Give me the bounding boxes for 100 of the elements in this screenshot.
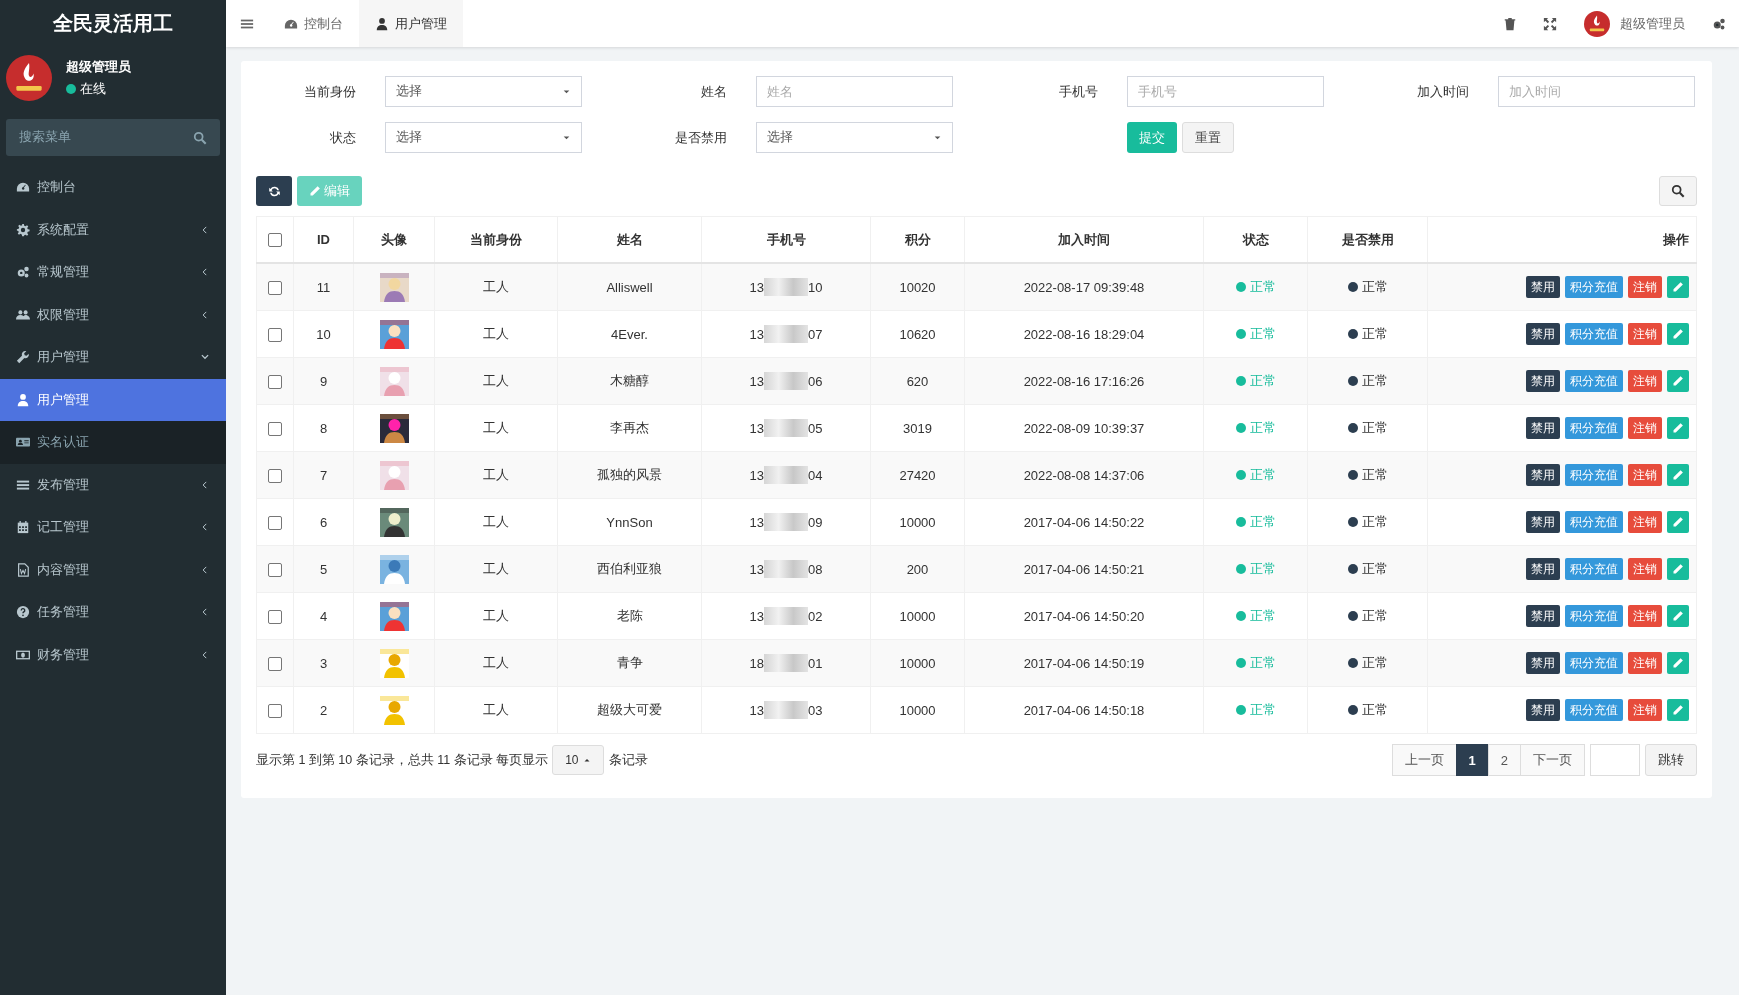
cancel-button[interactable]: 注销 xyxy=(1628,464,1662,486)
previous-page-button[interactable]: 上一页 xyxy=(1391,744,1457,776)
page-size-select[interactable]: 10 xyxy=(552,745,604,775)
sidebar-item[interactable]: 权限管理 xyxy=(0,293,226,336)
cancel-button[interactable]: 注销 xyxy=(1628,558,1662,580)
edit-button[interactable] xyxy=(1667,699,1689,721)
blurred-digits xyxy=(764,325,808,343)
edit-button[interactable] xyxy=(1667,276,1689,298)
edit-button[interactable] xyxy=(1667,464,1689,486)
edit-button[interactable] xyxy=(1667,605,1689,627)
cancel-button[interactable]: 注销 xyxy=(1628,323,1662,345)
cancel-button[interactable]: 注销 xyxy=(1628,652,1662,674)
sidebar-subitem[interactable]: 用户管理 xyxy=(0,378,226,421)
cancel-button[interactable]: 注销 xyxy=(1628,276,1662,298)
refresh-button[interactable] xyxy=(256,176,292,206)
row-checkbox[interactable] xyxy=(268,280,282,295)
cancel-button[interactable]: 注销 xyxy=(1628,417,1662,439)
page-button[interactable]: 1 xyxy=(1455,744,1489,776)
page-number-field[interactable] xyxy=(1590,744,1640,776)
edit-button[interactable] xyxy=(1667,417,1689,439)
reset-button[interactable]: 重置 xyxy=(1182,122,1234,153)
user-name: 超级管理员 xyxy=(66,58,131,76)
ban-button[interactable]: 禁用 xyxy=(1526,417,1560,439)
chevron-left-icon xyxy=(200,607,210,618)
jump-button[interactable]: 跳转 xyxy=(1645,744,1697,776)
input-field[interactable]: 加入时间 xyxy=(1498,76,1695,107)
row-checkbox[interactable] xyxy=(268,374,282,389)
sidebar-item[interactable]: 记工管理 xyxy=(0,506,226,549)
row-checkbox[interactable] xyxy=(268,421,282,436)
ban-button[interactable]: 禁用 xyxy=(1526,699,1560,721)
field-label: 手机号 xyxy=(1059,82,1098,101)
sidebar-item[interactable]: 发布管理 xyxy=(0,463,226,506)
sidebar-item[interactable]: 用户管理 xyxy=(0,336,226,379)
table-cell: 工人 xyxy=(434,545,558,593)
sidebar-item[interactable]: 常规管理 xyxy=(0,251,226,294)
status-dot xyxy=(1235,658,1246,668)
tab[interactable]: 控制台 xyxy=(268,0,359,47)
ban-button[interactable]: 禁用 xyxy=(1526,370,1560,392)
phone-end: 01 xyxy=(808,655,823,671)
user-name[interactable]: 超级管理员 xyxy=(1620,14,1685,33)
sidebar-item[interactable]: 控制台 xyxy=(0,166,226,209)
table-cell: 10020 xyxy=(870,263,965,311)
ban-button[interactable]: 禁用 xyxy=(1526,605,1560,627)
select-field[interactable]: 选择 xyxy=(756,122,953,153)
cancel-button[interactable]: 注销 xyxy=(1628,370,1662,392)
edit-button[interactable] xyxy=(1667,558,1689,580)
select-field[interactable]: 选择 xyxy=(385,122,582,153)
phone-end: 07 xyxy=(808,326,823,342)
table-cell: 10000 xyxy=(870,686,965,734)
tab[interactable]: 用户管理 xyxy=(359,0,463,47)
edit-button[interactable] xyxy=(1667,511,1689,533)
sidebar-item[interactable]: 系统配置 xyxy=(0,208,226,251)
cancel-button[interactable]: 注销 xyxy=(1628,605,1662,627)
pencil-icon xyxy=(1672,469,1684,481)
sidebar-item[interactable]: 任务管理 xyxy=(0,591,226,634)
edit-button[interactable] xyxy=(1667,370,1689,392)
phone-end: 05 xyxy=(808,420,823,436)
edit-button[interactable] xyxy=(1667,323,1689,345)
ban-button[interactable]: 禁用 xyxy=(1526,511,1560,533)
row-checkbox[interactable] xyxy=(268,703,282,718)
phone-start: 18 xyxy=(749,655,764,671)
row-checkbox[interactable] xyxy=(268,327,282,342)
ban-button[interactable]: 禁用 xyxy=(1526,558,1560,580)
edit-button[interactable] xyxy=(1667,652,1689,674)
search-button[interactable] xyxy=(1659,176,1697,206)
chevron-left-icon xyxy=(200,649,210,660)
row-checkbox[interactable] xyxy=(268,656,282,671)
status-text: 正常 xyxy=(1361,278,1388,296)
row-checkbox[interactable] xyxy=(268,515,282,530)
status-dot xyxy=(1347,376,1358,386)
search-field[interactable]: 搜索菜单 xyxy=(6,119,220,156)
row-checkbox[interactable] xyxy=(268,609,282,624)
status-dot xyxy=(1347,470,1358,480)
sidebar-item[interactable]: 内容管理 xyxy=(0,548,226,591)
pencil-icon xyxy=(1672,704,1684,716)
blurred-digits xyxy=(764,560,808,578)
field-label: 是否禁用 xyxy=(675,128,727,147)
input-field[interactable]: 手机号 xyxy=(1127,76,1324,107)
page-button[interactable]: 2 xyxy=(1487,744,1521,776)
ban-button[interactable]: 禁用 xyxy=(1526,652,1560,674)
table-cell: 3019 xyxy=(870,404,965,452)
row-checkbox[interactable] xyxy=(268,468,282,483)
table-cell: 2 xyxy=(293,686,354,734)
table-cell: 工人 xyxy=(434,498,558,546)
status-dot xyxy=(1347,423,1358,433)
select-all-checkbox[interactable] xyxy=(268,233,282,248)
cancel-button[interactable]: 注销 xyxy=(1628,699,1662,721)
next-page-button[interactable]: 下一页 xyxy=(1520,744,1585,776)
sidebar-item[interactable]: 财务管理 xyxy=(0,633,226,676)
input-field[interactable]: 姓名 xyxy=(756,76,953,107)
ban-button[interactable]: 禁用 xyxy=(1526,464,1560,486)
sidebar-subitem[interactable]: 实名认证 xyxy=(0,421,226,464)
ban-button[interactable]: 禁用 xyxy=(1526,323,1560,345)
select-field[interactable]: 选择 xyxy=(385,76,582,107)
pencil-icon xyxy=(1672,375,1684,387)
cancel-button[interactable]: 注销 xyxy=(1628,511,1662,533)
row-checkbox[interactable] xyxy=(268,562,282,577)
blurred-digits xyxy=(764,372,808,390)
caret-icon xyxy=(562,87,571,96)
ban-button[interactable]: 禁用 xyxy=(1526,276,1560,298)
